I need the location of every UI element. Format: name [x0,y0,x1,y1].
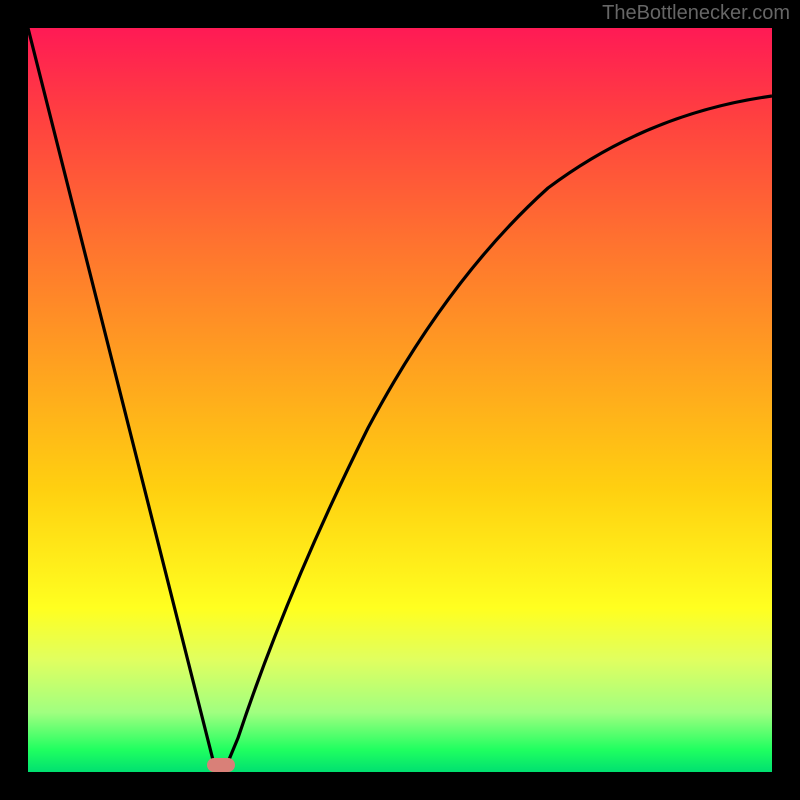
curve-svg [28,28,772,772]
optimum-marker [207,758,235,772]
plot-area [28,28,772,772]
watermark-text: TheBottlenecker.com [602,2,790,25]
chart-frame: TheBottlenecker.com [0,0,800,800]
bottleneck-curve [28,28,772,768]
